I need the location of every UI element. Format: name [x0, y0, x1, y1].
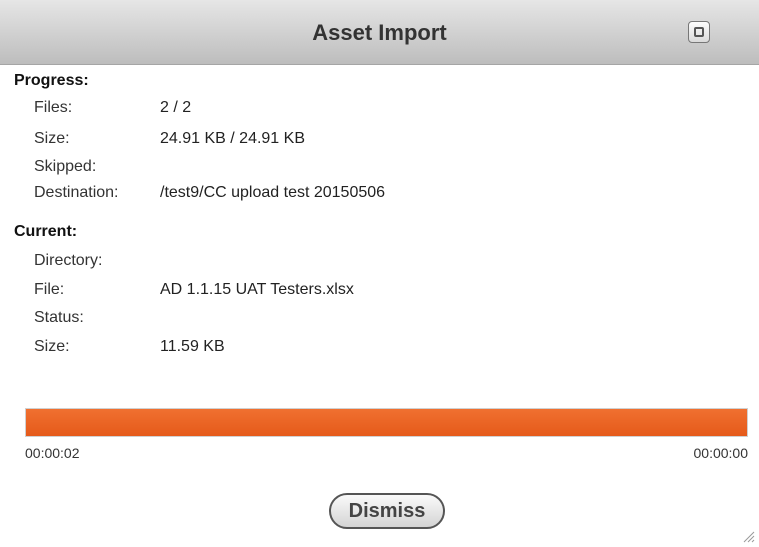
- status-label: Status:: [34, 309, 84, 326]
- progress-bar: [25, 408, 748, 437]
- file-value: AD 1.1.15 UAT Testers.xlsx: [160, 281, 354, 298]
- files-value: 2 / 2: [160, 99, 192, 116]
- current-size-value: 11.59 KB: [160, 338, 225, 355]
- destination-label: Destination:: [34, 184, 119, 201]
- size-label: Size:: [34, 130, 70, 147]
- dialog-title: Asset Import: [312, 20, 447, 45]
- resize-grip-icon[interactable]: [741, 529, 755, 543]
- file-label: File:: [34, 281, 65, 298]
- progress-bar-fill: [26, 409, 747, 436]
- elapsed-time: 00:00:02: [25, 445, 80, 461]
- progress-heading: Progress:: [14, 72, 89, 89]
- files-label: Files:: [34, 99, 73, 116]
- current-heading: Current:: [14, 223, 78, 240]
- title-bar[interactable]: Asset Import: [0, 0, 759, 65]
- remaining-time: 00:00:00: [693, 445, 749, 461]
- window-restore-button[interactable]: [688, 21, 710, 43]
- directory-label: Directory:: [34, 252, 103, 269]
- current-size-label: Size:: [34, 338, 70, 355]
- window-restore-icon: [694, 27, 704, 37]
- size-value: 24.91 KB / 24.91 KB: [160, 130, 305, 147]
- dismiss-button[interactable]: Dismiss: [329, 493, 445, 529]
- destination-value: /test9/CC upload test 20150506: [160, 184, 386, 201]
- asset-import-dialog: Asset Import Progress: Files: 2 / 2 Size…: [0, 0, 759, 547]
- skipped-label: Skipped:: [34, 158, 97, 175]
